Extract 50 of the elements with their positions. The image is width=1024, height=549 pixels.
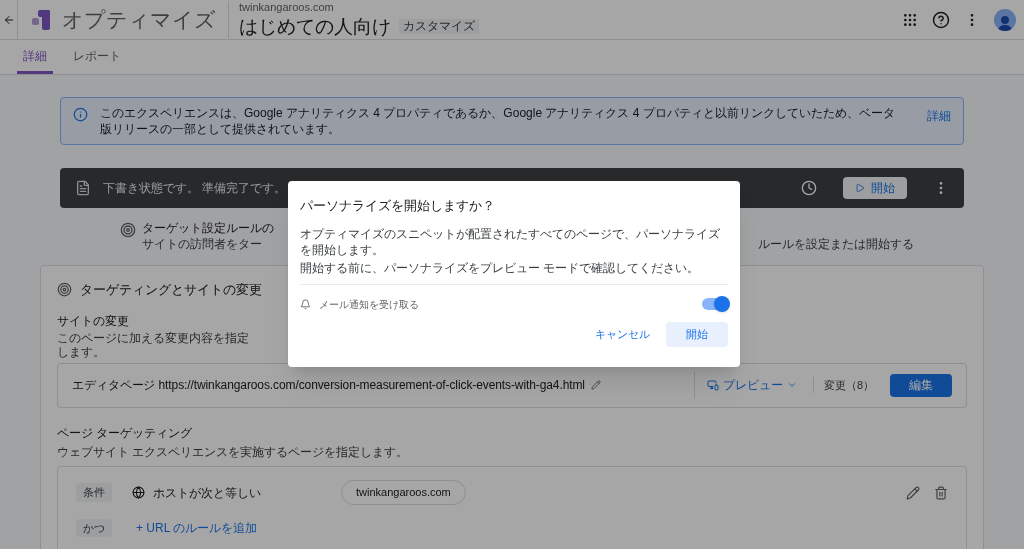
dialog-body-line: 開始する前に、パーソナライズをプレビュー モードで確認してください。: [300, 259, 701, 276]
back-arrow-icon: [2, 13, 15, 26]
domain-label: twinkangaroos.com: [239, 0, 335, 15]
section-description: ウェブサイト エクスペリエンスを実施するページを指定します。: [57, 443, 409, 461]
dialog-body-line: オプティマイズのスニペットが配置されたすべてのページで、パーソナライズを開始します。: [300, 225, 721, 258]
app-logo-icon: [30, 8, 52, 31]
step-description: サイトの訪問者をター: [142, 236, 263, 252]
dialog-title: パーソナライズを開始しますか？: [300, 197, 496, 215]
draft-icon: [75, 180, 91, 196]
editor-page-url: エディタページ https://twinkangaroos.com/conversion-measurement-of-click-events-with-ga4.html: [72, 377, 585, 394]
schedule-icon[interactable]: [801, 180, 817, 196]
add-url-rule-link[interactable]: + URL のルールを追加: [136, 518, 258, 537]
avatar[interactable]: [994, 8, 1016, 31]
confirm-start-button[interactable]: 開始: [666, 321, 728, 347]
apps-icon[interactable]: [902, 11, 918, 28]
rule-label: ホストが次と等しい: [153, 484, 261, 502]
details-link[interactable]: 詳細: [927, 107, 951, 125]
info-text: このエクスペリエンスは、Google アナリティクス 4 プロパティであるか、Google アナリティクス 4 プロパティと以前リンクしていたため、ベータ版リリースの一部として提供されています。: [100, 105, 896, 137]
tab[interactable]: レポート: [67, 40, 127, 74]
status-text: 下書き状態です。 準備完了です。: [103, 180, 287, 197]
preview-button[interactable]: プレビュー: [706, 376, 797, 394]
edit-button[interactable]: 編集: [890, 373, 952, 397]
experience-title: はじめての人向け: [239, 14, 391, 39]
info-icon: [73, 107, 88, 122]
cancel-button[interactable]: キャンセル: [591, 325, 654, 343]
changes-count: 変更（8）: [812, 376, 874, 394]
help-icon[interactable]: [932, 10, 950, 29]
target-icon: [120, 222, 136, 238]
notification-label: メール通知を受け取る: [319, 297, 419, 312]
start-button[interactable]: 開始: [843, 177, 907, 199]
globe-icon: [132, 486, 145, 499]
and-chip: かつ: [76, 518, 112, 537]
section-heading: ページ ターゲッティング: [57, 424, 194, 442]
edit-icon[interactable]: [906, 485, 920, 500]
notification-toggle[interactable]: [702, 298, 728, 310]
condition-chip: 条件: [76, 483, 112, 502]
section-description: このページに加える変更内容を指定します。: [57, 330, 250, 359]
bell-icon: [300, 298, 311, 310]
section-heading: サイトの変更: [57, 312, 130, 330]
play-icon: [855, 183, 865, 193]
caret-icon: [786, 380, 797, 390]
devices-icon: [706, 379, 719, 391]
card-title: ターゲティングとサイトの変更: [80, 281, 262, 299]
step-description: ルールを設定または開始する: [758, 236, 914, 253]
delete-icon[interactable]: [934, 485, 948, 500]
app-name: オプティマイズ: [62, 6, 216, 33]
type-badge: カスタマイズ: [399, 18, 479, 34]
tab[interactable]: 詳細: [17, 40, 53, 74]
target-icon: [57, 282, 72, 298]
step-title: ターゲット設定ルールの: [142, 220, 274, 236]
